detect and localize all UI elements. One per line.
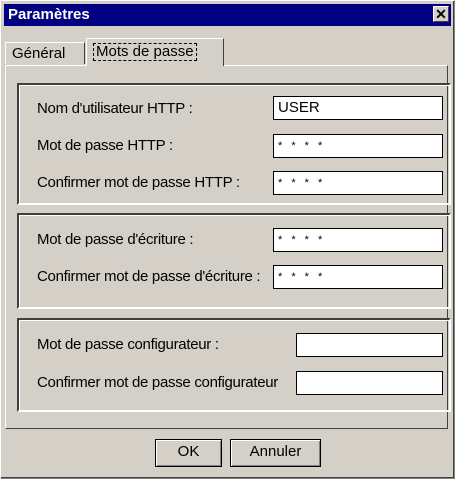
- tab-mots-de-passe[interactable]: Mots de passe: [86, 38, 224, 66]
- http-password-input[interactable]: * * * *: [273, 134, 443, 158]
- ok-button[interactable]: OK: [155, 439, 222, 467]
- tab-general[interactable]: Général: [5, 42, 85, 64]
- http-password-label: Mot de passe HTTP :: [37, 137, 173, 154]
- http-user-label: Nom d'utilisateur HTTP :: [37, 100, 193, 117]
- http-user-input[interactable]: USER: [273, 96, 443, 120]
- write-confirm-label: Confirmer mot de passe d'écriture :: [37, 268, 261, 285]
- tab-mots-de-passe-label: Mots de passe: [93, 43, 197, 61]
- tab-general-label: Général: [12, 45, 66, 62]
- title-bar[interactable]: Paramètres ✕: [4, 4, 451, 26]
- config-confirm-label: Confirmer mot de passe configurateur: [37, 374, 278, 391]
- http-confirm-label: Confirmer mot de passe HTTP :: [37, 174, 240, 191]
- close-icon: ✕: [435, 6, 447, 22]
- http-confirm-input[interactable]: * * * *: [273, 171, 443, 195]
- config-password-input[interactable]: [296, 333, 443, 357]
- config-password-label: Mot de passe configurateur :: [37, 336, 219, 353]
- close-button[interactable]: ✕: [433, 6, 449, 22]
- cancel-button[interactable]: Annuler: [230, 439, 321, 467]
- config-confirm-input[interactable]: [296, 371, 443, 395]
- write-password-input[interactable]: * * * *: [273, 228, 443, 252]
- window-title: Paramètres: [8, 6, 90, 23]
- write-confirm-input[interactable]: * * * *: [273, 265, 443, 289]
- write-password-label: Mot de passe d'écriture :: [37, 231, 194, 248]
